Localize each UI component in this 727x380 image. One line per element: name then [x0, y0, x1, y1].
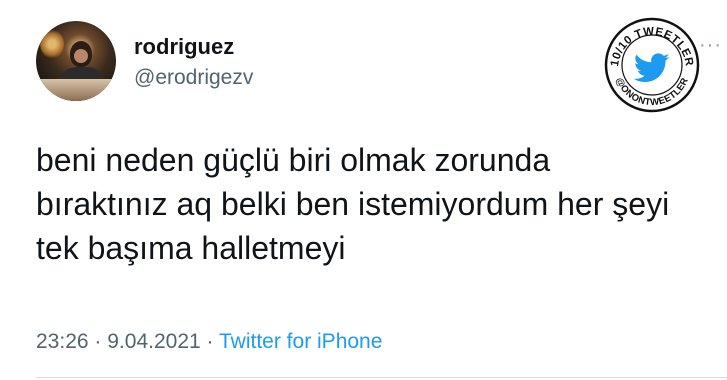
- divider: [36, 377, 727, 378]
- tweet-metadata: 23:26 · 9.04.2021 · Twitter for iPhone: [36, 330, 382, 354]
- tweet-source-link[interactable]: Twitter for iPhone: [219, 330, 382, 353]
- avatar-person-face: [74, 49, 88, 63]
- watermark-badge: 10/10 TWEETLER @ONONTWEETLER: [604, 17, 700, 113]
- tweet-text: beni neden güçlü biri olmak zorunda bıra…: [36, 138, 716, 270]
- tweet-text-line: tek başıma halletmeyi: [36, 230, 346, 266]
- more-options-icon[interactable]: ···: [699, 34, 722, 57]
- tweet-date[interactable]: 9.04.2021: [107, 330, 200, 353]
- tweet-time[interactable]: 23:26: [36, 330, 89, 353]
- avatar-lamp-glow: [40, 29, 64, 59]
- tweet-text-line: bıraktınız aq belki ben istemiyordum her…: [36, 186, 670, 222]
- user-handle[interactable]: @erodrigezv: [134, 66, 253, 90]
- display-name[interactable]: rodriguez: [134, 34, 234, 60]
- tweet-text-line: beni neden güçlü biri olmak zorunda: [36, 142, 551, 178]
- avatar[interactable]: [36, 21, 116, 101]
- meta-separator: ·: [94, 330, 102, 353]
- meta-separator: ·: [206, 330, 214, 353]
- tweet-card: rodriguez @erodrigezv ··· 10/10 TWEETLER…: [0, 0, 727, 380]
- avatar-table: [36, 79, 116, 101]
